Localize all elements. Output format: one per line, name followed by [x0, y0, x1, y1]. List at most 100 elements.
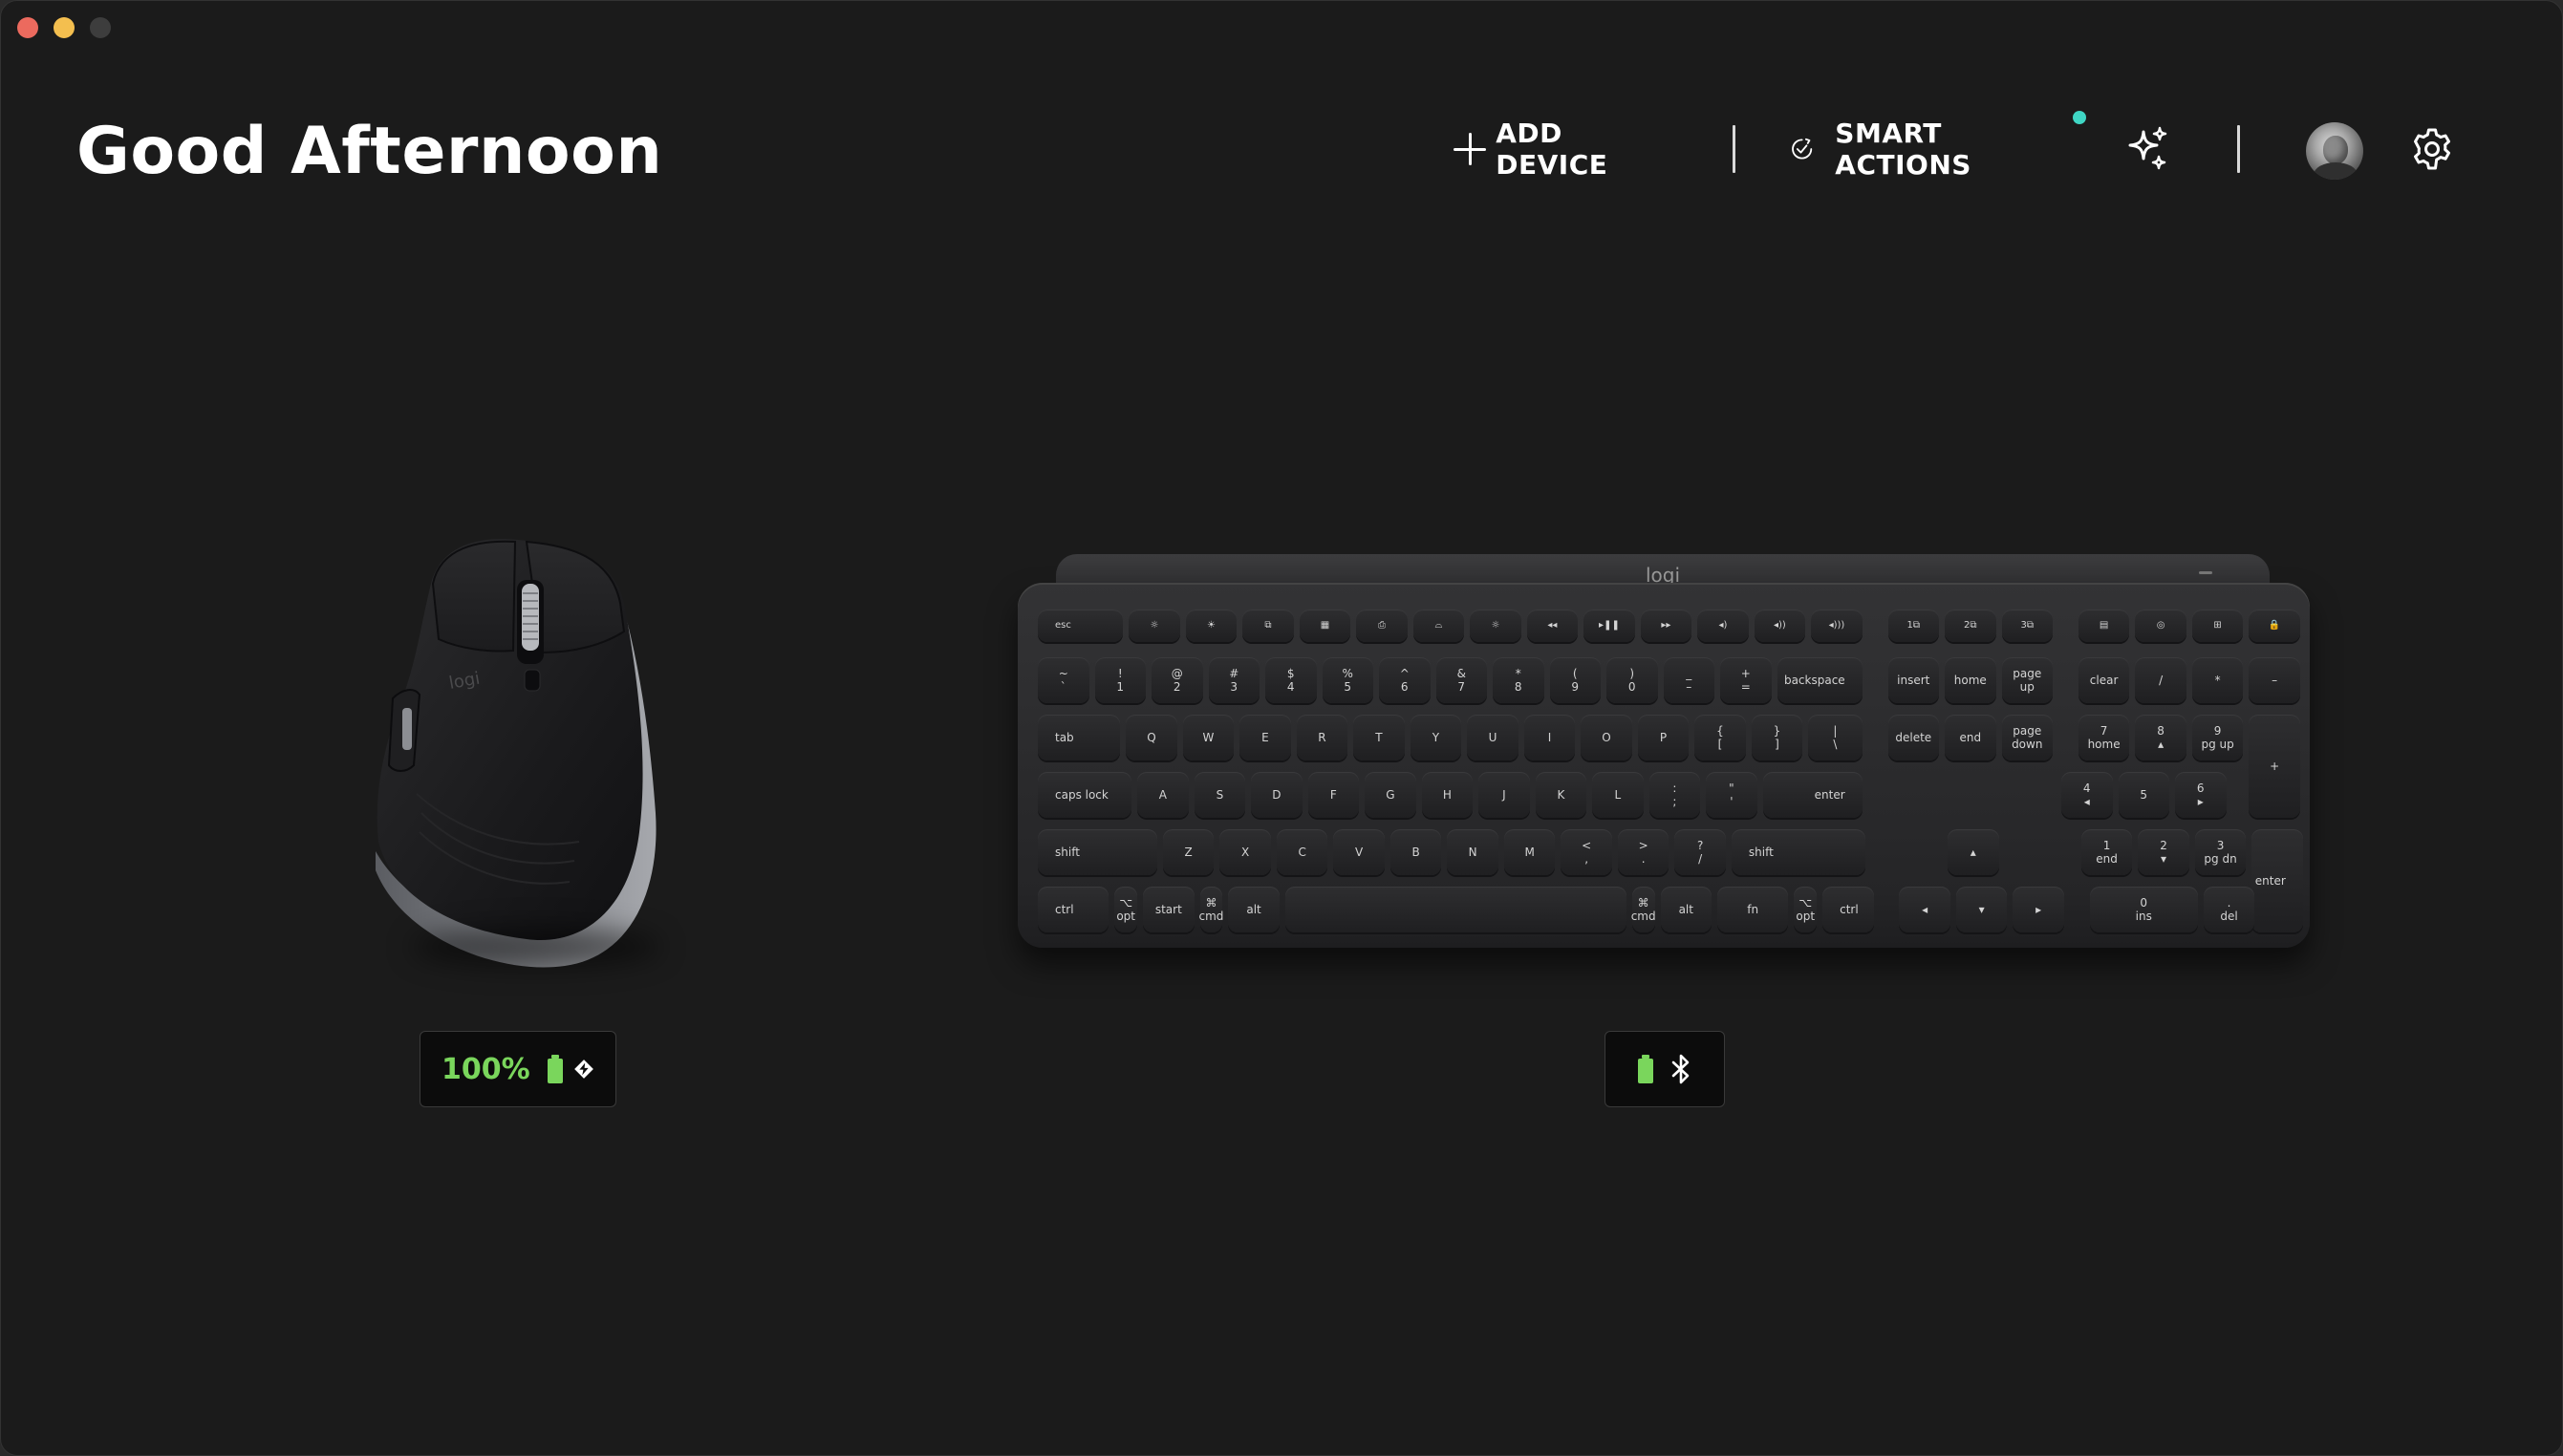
keyboard-key: ▸	[2013, 887, 2064, 932]
keyboard-key: B	[1389, 829, 1442, 875]
keyboard-key: alt	[1660, 887, 1712, 932]
keyboard-key: D	[1251, 772, 1303, 818]
keyboard-key: ⎙	[1356, 610, 1408, 642]
keyboard-key: S	[1194, 772, 1246, 818]
keyboard-key: { [	[1694, 715, 1746, 760]
keyboard-key: 5	[2118, 772, 2169, 818]
keyboard-status-led	[2199, 571, 2212, 574]
keyboard-key: shift	[1038, 829, 1157, 875]
keyboard-key: $ 4	[1265, 657, 1317, 703]
mouse-device-card[interactable]: logi	[364, 526, 670, 975]
keyboard-key: P	[1637, 715, 1690, 760]
keyboard-key: ◂)	[1697, 610, 1749, 642]
keyboard-key: 4 ◂	[2061, 772, 2113, 818]
keyboard-key: " '	[1706, 772, 1757, 818]
battery-full-icon	[547, 1055, 564, 1083]
keyboard-key: R	[1296, 715, 1348, 760]
keyboard-key: M	[1503, 829, 1556, 875]
keyboard-key: start	[1143, 887, 1195, 932]
keyboard-key: : ;	[1648, 772, 1701, 818]
keyboard-key: ⌥ opt	[1114, 887, 1138, 932]
keyboard-key: ⊞	[2191, 610, 2244, 642]
ai-sparkle-icon[interactable]	[2122, 124, 2172, 174]
keyboard-key: O	[1581, 715, 1632, 760]
keyboard-key: clear	[2078, 657, 2130, 703]
keyboard-key: | \	[1808, 715, 1863, 760]
app-window: Good Afternoon ADD DEVICE SMART ACTIONS	[0, 0, 2563, 1456]
keyboard-key: L	[1592, 772, 1644, 818]
keyboard-key: ◂	[1899, 887, 1950, 932]
keyboard-key: ◂◂	[1526, 610, 1579, 642]
keyboard-key: +	[2249, 715, 2300, 818]
keyboard-key: I	[1523, 715, 1576, 760]
keyboard-device-card[interactable]: logi esc ☼ ☀ ⧉ ▦ ⎙ ⌓ ☼ ◂◂ ▸❚❚ ▸▸ ◂) ◂)) ◂))) 1⧉ 2⧉ 3⧉ ▤ ◎ ⊞…	[1014, 550, 2314, 952]
keyboard-key: } ]	[1751, 715, 1803, 760]
keyboard-key: K	[1535, 772, 1587, 818]
keyboard-key	[1284, 887, 1626, 932]
keyboard-key: Z	[1162, 829, 1215, 875]
mx-keys-keyboard-image: esc ☼ ☀ ⧉ ▦ ⎙ ⌓ ☼ ◂◂ ▸❚❚ ▸▸ ◂) ◂)) ◂))) 1⧉ 2⧉ 3⧉ ▤ ◎ ⊞ 🔒 ~ `!…	[1018, 583, 2310, 948]
maximize-window-button[interactable]	[90, 17, 111, 38]
keyboard-key: –	[2249, 657, 2300, 703]
keyboard-key: W	[1182, 715, 1235, 760]
keyboard-key: H	[1421, 772, 1474, 818]
keyboard-key: @ 2	[1152, 657, 1203, 703]
smart-actions-icon	[1792, 138, 1813, 160]
keyboard-key: 1 end	[2080, 829, 2133, 875]
keyboard-key: home	[1945, 657, 1996, 703]
keyboard-key: ⧉	[1242, 610, 1294, 642]
page-title: Good Afternoon	[76, 114, 663, 189]
toolbar-divider	[2237, 125, 2240, 173]
keyboard-key: end	[1945, 715, 1996, 760]
keyboard-key: esc	[1038, 610, 1124, 642]
minimize-window-button[interactable]	[54, 17, 75, 38]
keyboard-key: ctrl	[1038, 887, 1109, 932]
keyboard-key: Q	[1126, 715, 1177, 760]
notification-dot	[2073, 111, 2086, 124]
keyboard-key: ◂)))	[1811, 610, 1863, 642]
toolbar-divider	[1733, 125, 1735, 173]
plus-icon	[1454, 133, 1487, 165]
keyboard-key: < ,	[1561, 829, 1612, 875]
keyboard-key: page up	[2001, 657, 2054, 703]
keyboard-key: fn	[1717, 887, 1789, 932]
keyboard-key: ⌓	[1412, 610, 1465, 642]
add-device-button[interactable]: ADD DEVICE	[1454, 118, 1619, 181]
keyboard-key: X	[1219, 829, 1271, 875]
keyboard-key: shift	[1731, 829, 1865, 875]
keyboard-key: 7 home	[2078, 715, 2130, 760]
keyboard-key: *	[2191, 657, 2244, 703]
smart-actions-button[interactable]: SMART ACTIONS	[1790, 118, 1988, 181]
keyboard-key: 6 ▸	[2175, 772, 2227, 818]
keyboard-key: page down	[2001, 715, 2054, 760]
keyboard-key: 8 ▴	[2135, 715, 2186, 760]
keyboard-keys: esc ☼ ☀ ⧉ ▦ ⎙ ⌓ ☼ ◂◂ ▸❚❚ ▸▸ ◂) ◂)) ◂))) 1⧉ 2⧉ 3⧉ ▤ ◎ ⊞ 🔒 ~ `!…	[1035, 610, 2303, 932]
keyboard-status-badge	[1605, 1031, 1725, 1107]
keyboard-key: ^ 6	[1379, 657, 1431, 703]
keyboard-key: & 7	[1435, 657, 1487, 703]
keyboard-key: . del	[2203, 887, 2255, 932]
keyboard-key: ▸▸	[1640, 610, 1692, 642]
keyboard-key: /	[2135, 657, 2186, 703]
keyboard-key: 0 ins	[2089, 887, 2198, 932]
keyboard-key: caps lock	[1038, 772, 1132, 818]
keyboard-key: J	[1478, 772, 1530, 818]
keyboard-key: ◂))	[1754, 610, 1806, 642]
keyboard-key: * 8	[1493, 657, 1544, 703]
keyboard-key: 2⧉	[1945, 610, 1996, 642]
keyboard-key: ) 0	[1606, 657, 1658, 703]
keyboard-key: V	[1333, 829, 1385, 875]
keyboard-key: enter	[2251, 829, 2303, 932]
keyboard-key: 2 ▾	[2138, 829, 2189, 875]
keyboard-key: ▾	[1955, 887, 2008, 932]
keyboard-key: Y	[1410, 715, 1462, 760]
keyboard-key: ⌥ opt	[1794, 887, 1818, 932]
keyboard-key: ▴	[1948, 829, 1999, 875]
keyboard-key: % 5	[1322, 657, 1373, 703]
user-avatar[interactable]	[2306, 122, 2363, 180]
mouse-shadow	[412, 928, 660, 966]
window-controls	[17, 17, 111, 38]
gear-icon[interactable]	[2409, 126, 2455, 172]
keyboard-key: ☀	[1185, 610, 1238, 642]
close-window-button[interactable]	[17, 17, 38, 38]
